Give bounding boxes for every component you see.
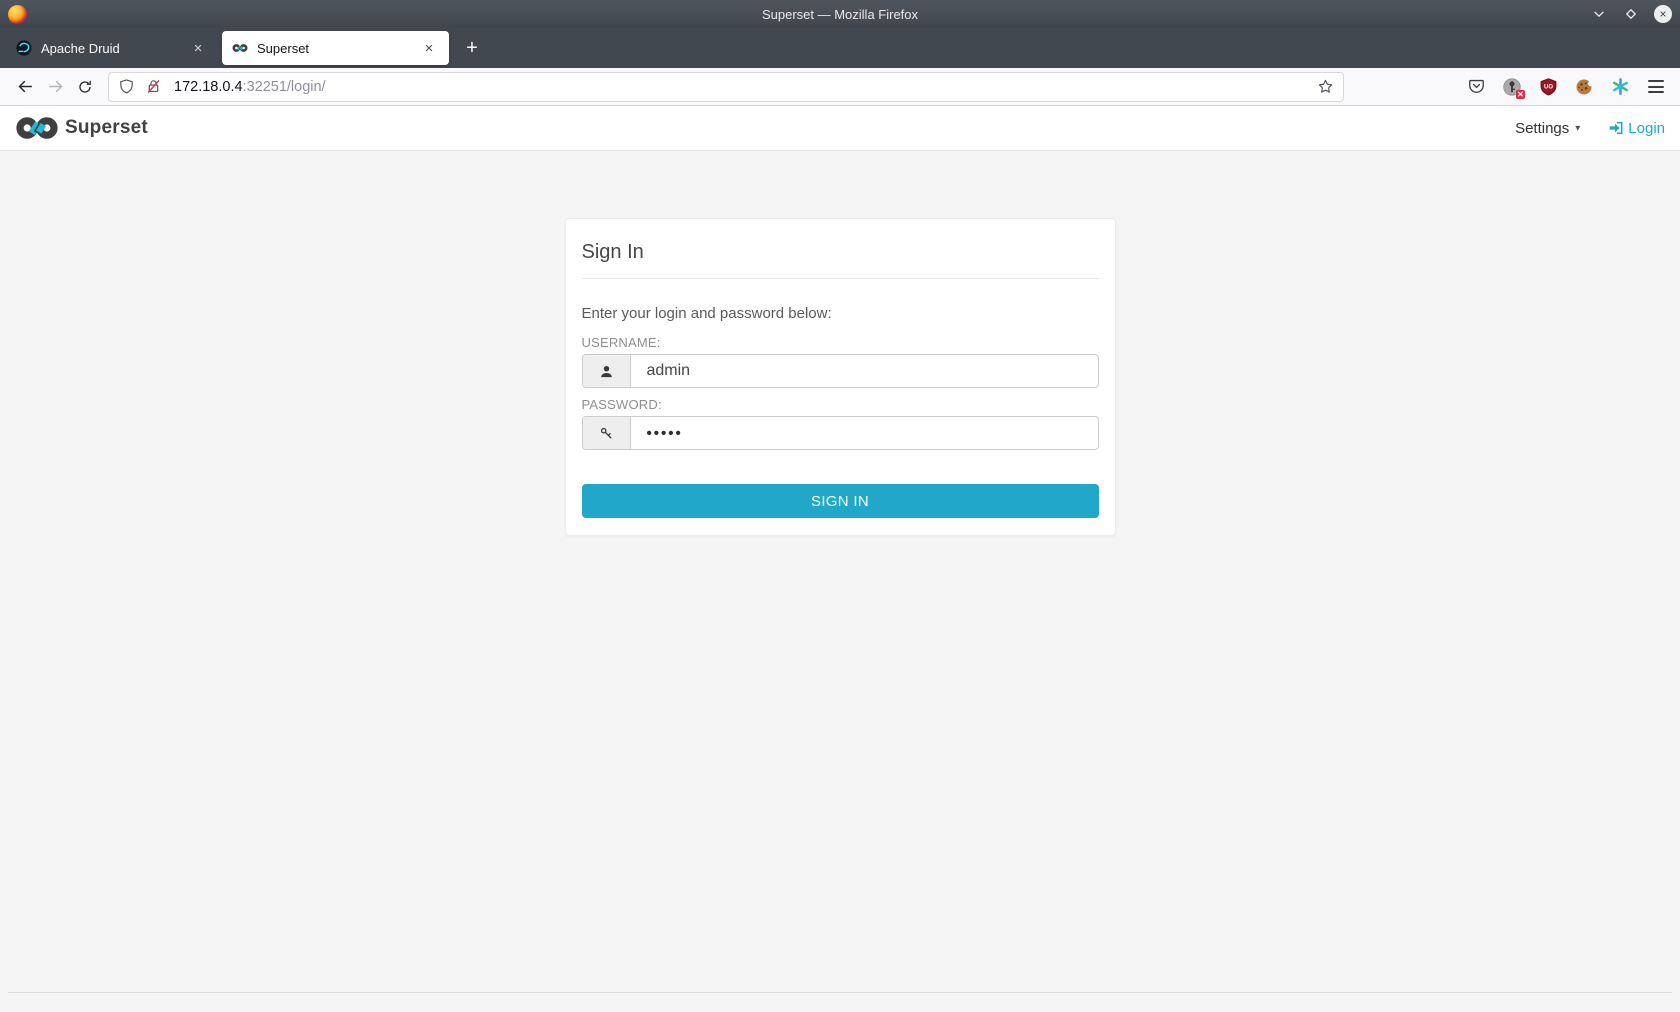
browser-toolbar: 172.18.0.4:32251/login/ ✕	[0, 68, 1680, 106]
url-path: :32251/login/	[243, 79, 326, 95]
tab-strip: Apache Druid × Superset × +	[0, 28, 1680, 68]
tab-apache-druid[interactable]: Apache Druid ×	[6, 31, 218, 65]
ublock-origin-button[interactable]: UO	[1534, 73, 1562, 101]
settings-menu[interactable]: Settings ▾	[1515, 120, 1580, 137]
tab-label: Apache Druid	[41, 41, 188, 56]
close-icon: ×	[1654, 5, 1672, 23]
tab-close-button[interactable]: ×	[188, 38, 208, 58]
consent-extension-button[interactable]	[1606, 73, 1634, 101]
cookie-extension-button[interactable]	[1570, 73, 1598, 101]
sign-in-card: Sign In Enter your login and password be…	[565, 218, 1116, 536]
login-link[interactable]: Login	[1608, 120, 1665, 137]
login-icon	[1608, 120, 1624, 136]
user-icon	[599, 364, 614, 379]
password-label: PASSWORD:	[582, 397, 1099, 412]
card-title: Sign In	[582, 233, 1099, 278]
password-addon	[583, 417, 631, 449]
password-input[interactable]	[631, 417, 1098, 449]
druid-favicon-icon	[16, 40, 32, 56]
svg-text:UO: UO	[1544, 85, 1553, 91]
error-badge: ✕	[1516, 90, 1525, 99]
window-minimize-button[interactable]	[1590, 5, 1608, 23]
colorful-asterisk-icon	[1611, 77, 1630, 96]
hamburger-icon	[1648, 80, 1664, 93]
forward-arrow-icon	[47, 78, 64, 95]
back-button[interactable]	[10, 72, 40, 102]
window-close-button[interactable]: ×	[1654, 5, 1672, 23]
ublock-shield-icon: UO	[1539, 77, 1558, 96]
superset-logo-icon	[15, 115, 59, 141]
insecure-lock-icon[interactable]	[145, 78, 162, 95]
username-input-group	[582, 354, 1099, 388]
settings-label: Settings	[1515, 120, 1569, 137]
maximize-diamond-icon	[1624, 7, 1638, 21]
sign-in-button[interactable]: SIGN IN	[582, 484, 1099, 518]
login-instruction: Enter your login and password below:	[582, 305, 1099, 322]
caret-down-icon: ▾	[1575, 123, 1580, 134]
footer-divider	[8, 992, 1672, 993]
url-text: 172.18.0.4:32251/login/	[174, 79, 1317, 95]
tab-label: Superset	[257, 41, 419, 56]
chevron-down-icon	[1592, 7, 1606, 21]
login-label: Login	[1628, 120, 1665, 137]
back-arrow-icon	[17, 78, 34, 95]
page-content: Sign In Enter your login and password be…	[0, 151, 1680, 1011]
tracking-shield-icon[interactable]	[118, 78, 135, 95]
username-addon	[583, 355, 631, 387]
username-input[interactable]	[631, 355, 1098, 387]
menu-button[interactable]	[1642, 73, 1670, 101]
window-titlebar: Superset — Mozilla Firefox ×	[0, 0, 1680, 28]
url-bar[interactable]: 172.18.0.4:32251/login/	[108, 72, 1344, 102]
brand-label: Superset	[65, 117, 148, 139]
tab-superset[interactable]: Superset ×	[222, 31, 449, 65]
cookie-icon	[1574, 77, 1594, 97]
pocket-button[interactable]	[1462, 73, 1490, 101]
firefox-logo-icon	[8, 5, 27, 24]
key-icon	[599, 426, 614, 441]
reload-icon	[77, 79, 93, 95]
reload-button[interactable]	[70, 72, 100, 102]
tab-close-button[interactable]: ×	[419, 38, 439, 58]
pocket-icon	[1467, 77, 1486, 96]
new-tab-button[interactable]: +	[457, 33, 487, 63]
forward-button[interactable]	[40, 72, 70, 102]
superset-favicon-icon	[232, 40, 248, 56]
window-maximize-button[interactable]	[1622, 5, 1640, 23]
bookmark-star-icon[interactable]	[1317, 78, 1334, 95]
url-host: 172.18.0.4	[174, 79, 243, 95]
password-manager-extension-button[interactable]: ✕	[1498, 73, 1526, 101]
superset-brand[interactable]: Superset	[15, 115, 148, 141]
password-input-group	[582, 416, 1099, 450]
username-label: USERNAME:	[582, 335, 1099, 350]
superset-navbar: Superset Settings ▾ Login	[0, 106, 1680, 151]
window-title: Superset — Mozilla Firefox	[0, 7, 1680, 22]
